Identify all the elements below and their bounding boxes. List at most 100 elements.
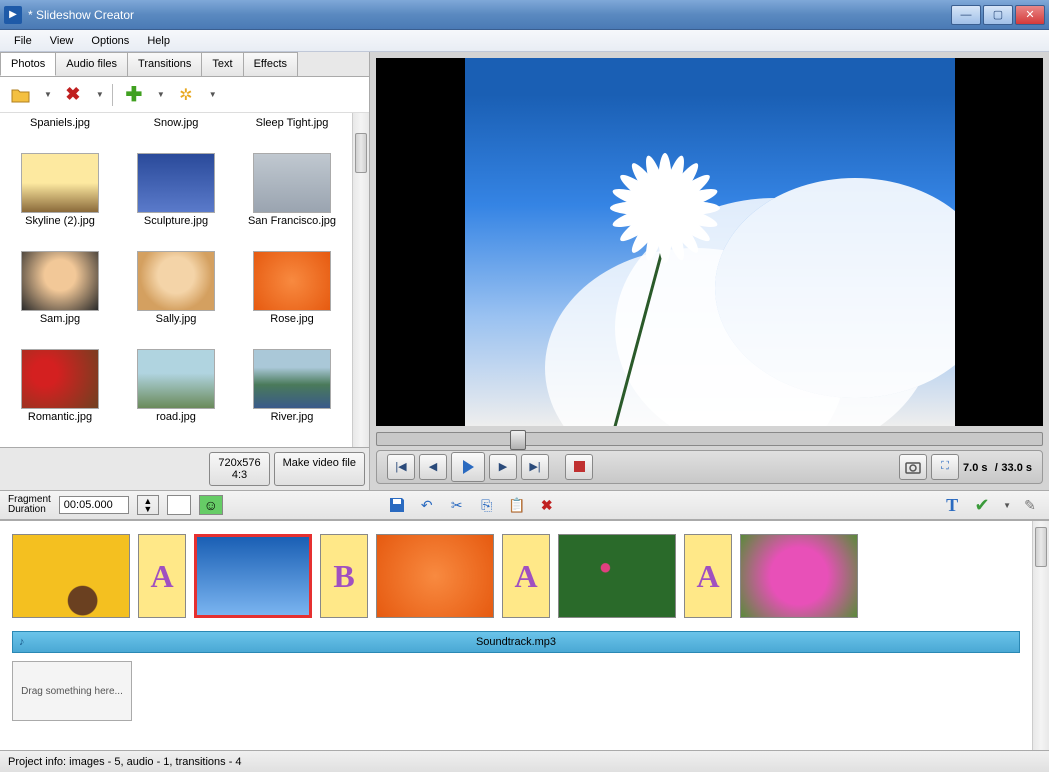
drop-target[interactable]: Drag something here... [12,661,132,721]
tab-audio[interactable]: Audio files [55,52,128,76]
blank-slide-button[interactable] [167,495,191,515]
photo-toolbar: ▼ ✖ ▼ ✚ ▼ ✲ ▼ [0,77,369,113]
first-frame-button[interactable]: |◀ [387,454,415,480]
photo-thumb [137,349,215,409]
effect-button[interactable]: ✲ [173,82,199,108]
tab-text[interactable]: Text [201,52,243,76]
next-frame-button[interactable]: ▶ [489,454,517,480]
timeline-transition[interactable]: A [502,534,550,618]
photo-item[interactable]: San Francisco.jpg [236,153,348,247]
timeline-row[interactable]: ABAA [0,521,1032,631]
note-icon: ♪ [19,636,25,648]
timeline-clip[interactable] [558,534,676,618]
fragment-duration-field[interactable] [59,496,129,514]
photo-label: Sam.jpg [4,313,116,325]
photo-item[interactable]: Sleep Tight.jpg [236,117,348,149]
undo-button[interactable]: ↶ [416,494,438,516]
photo-grid: Spaniels.jpg Snow.jpg Sleep Tight.jpg Skyli… [0,113,352,447]
menu-help[interactable]: Help [139,33,178,49]
photo-thumb [253,251,331,311]
window-title: * Slideshow Creator [28,8,951,22]
menu-options[interactable]: Options [83,33,137,49]
photo-label: Sculpture.jpg [120,215,232,227]
apply-button[interactable]: ✔ [971,494,993,516]
photo-item[interactable]: River.jpg [236,349,348,443]
snapshot-button[interactable] [899,454,927,480]
copy-button[interactable]: ⎘ [476,494,498,516]
chevron-down-icon[interactable]: ▼ [44,90,52,99]
photo-item[interactable]: Romantic.jpg [4,349,116,443]
photo-item[interactable]: Sam.jpg [4,251,116,345]
chevron-down-icon[interactable]: ▼ [1003,501,1011,510]
brush-button[interactable]: ✎ [1019,494,1041,516]
photo-thumb [137,153,215,213]
timeline-clip[interactable] [194,534,312,618]
photo-thumb [21,251,99,311]
photo-thumb [21,153,99,213]
minimize-button[interactable]: — [951,5,981,25]
tab-photos[interactable]: Photos [0,52,56,76]
status-text: Project info: images - 5, audio - 1, tra… [8,756,242,768]
delete-button[interactable]: ✖ [60,82,86,108]
photo-label: Spaniels.jpg [4,117,116,129]
title-bar: ▶ * Slideshow Creator — ▢ ✕ [0,0,1049,30]
tab-effects[interactable]: Effects [243,52,298,76]
timeline-scrollbar[interactable] [1032,521,1049,750]
photo-item[interactable]: Skyline (2).jpg [4,153,116,247]
media-tabs: Photos Audio files Transitions Text Effe… [0,52,369,77]
play-controls: |◀ ◀ ▶ ▶| ⛶ 7.0 s / 33.0 s [376,450,1043,484]
photo-thumb [21,349,99,409]
chevron-down-icon[interactable]: ▼ [209,90,217,99]
save-button[interactable] [386,494,408,516]
preview-image [465,58,955,426]
photo-thumb [137,251,215,311]
photo-item[interactable]: Sculpture.jpg [120,153,232,247]
menu-view[interactable]: View [42,33,82,49]
stop-button[interactable] [565,454,593,480]
photo-label: road.jpg [120,411,232,423]
photo-item[interactable]: Rose.jpg [236,251,348,345]
prev-frame-button[interactable]: ◀ [419,454,447,480]
scrollbar[interactable] [352,113,369,447]
photo-label: Sally.jpg [120,313,232,325]
photo-item[interactable]: Sally.jpg [120,251,232,345]
photo-label: River.jpg [236,411,348,423]
duration-stepper[interactable]: ▲▼ [137,495,159,515]
photo-label: Snow.jpg [120,117,232,129]
photo-label: Skyline (2).jpg [4,215,116,227]
play-button[interactable] [451,452,485,482]
edit-bar: Fragment Duration ▲▼ ☺ ↶ ✂ ⎘ 📋 ✖ T ✔ ▼ ✎ [0,490,1049,520]
last-frame-button[interactable]: ▶| [521,454,549,480]
menu-file[interactable]: File [6,33,40,49]
seek-bar[interactable] [376,432,1043,446]
paste-button[interactable]: 📋 [506,494,528,516]
photo-item[interactable]: Snow.jpg [120,117,232,149]
timeline-clip[interactable] [12,534,130,618]
text-tool-button[interactable]: T [941,494,963,516]
face-detect-button[interactable]: ☺ [199,495,223,515]
tab-transitions[interactable]: Transitions [127,52,202,76]
timeline-transition[interactable]: B [320,534,368,618]
chevron-down-icon[interactable]: ▼ [157,90,165,99]
seek-handle[interactable] [510,430,526,450]
open-folder-button[interactable] [8,82,34,108]
photo-item[interactable]: Spaniels.jpg [4,117,116,149]
remove-button[interactable]: ✖ [536,494,558,516]
add-button[interactable]: ✚ [121,82,147,108]
photo-item[interactable]: road.jpg [120,349,232,443]
photo-label: Romantic.jpg [4,411,116,423]
audio-track[interactable]: ♪ Soundtrack.mp3 [12,631,1020,653]
timeline-clip[interactable] [376,534,494,618]
chevron-down-icon[interactable]: ▼ [96,90,104,99]
timeline-transition[interactable]: A [138,534,186,618]
make-video-button[interactable]: Make video file [274,452,365,486]
cut-button[interactable]: ✂ [446,494,468,516]
fragment-duration-label: Fragment Duration [8,495,51,515]
maximize-button[interactable]: ▢ [983,5,1013,25]
fullscreen-button[interactable]: ⛶ [931,454,959,480]
close-button[interactable]: ✕ [1015,5,1045,25]
menu-bar: File View Options Help [0,30,1049,52]
timeline-transition[interactable]: A [684,534,732,618]
video-size-button[interactable]: 720x5764:3 [209,452,269,486]
timeline-clip[interactable] [740,534,858,618]
